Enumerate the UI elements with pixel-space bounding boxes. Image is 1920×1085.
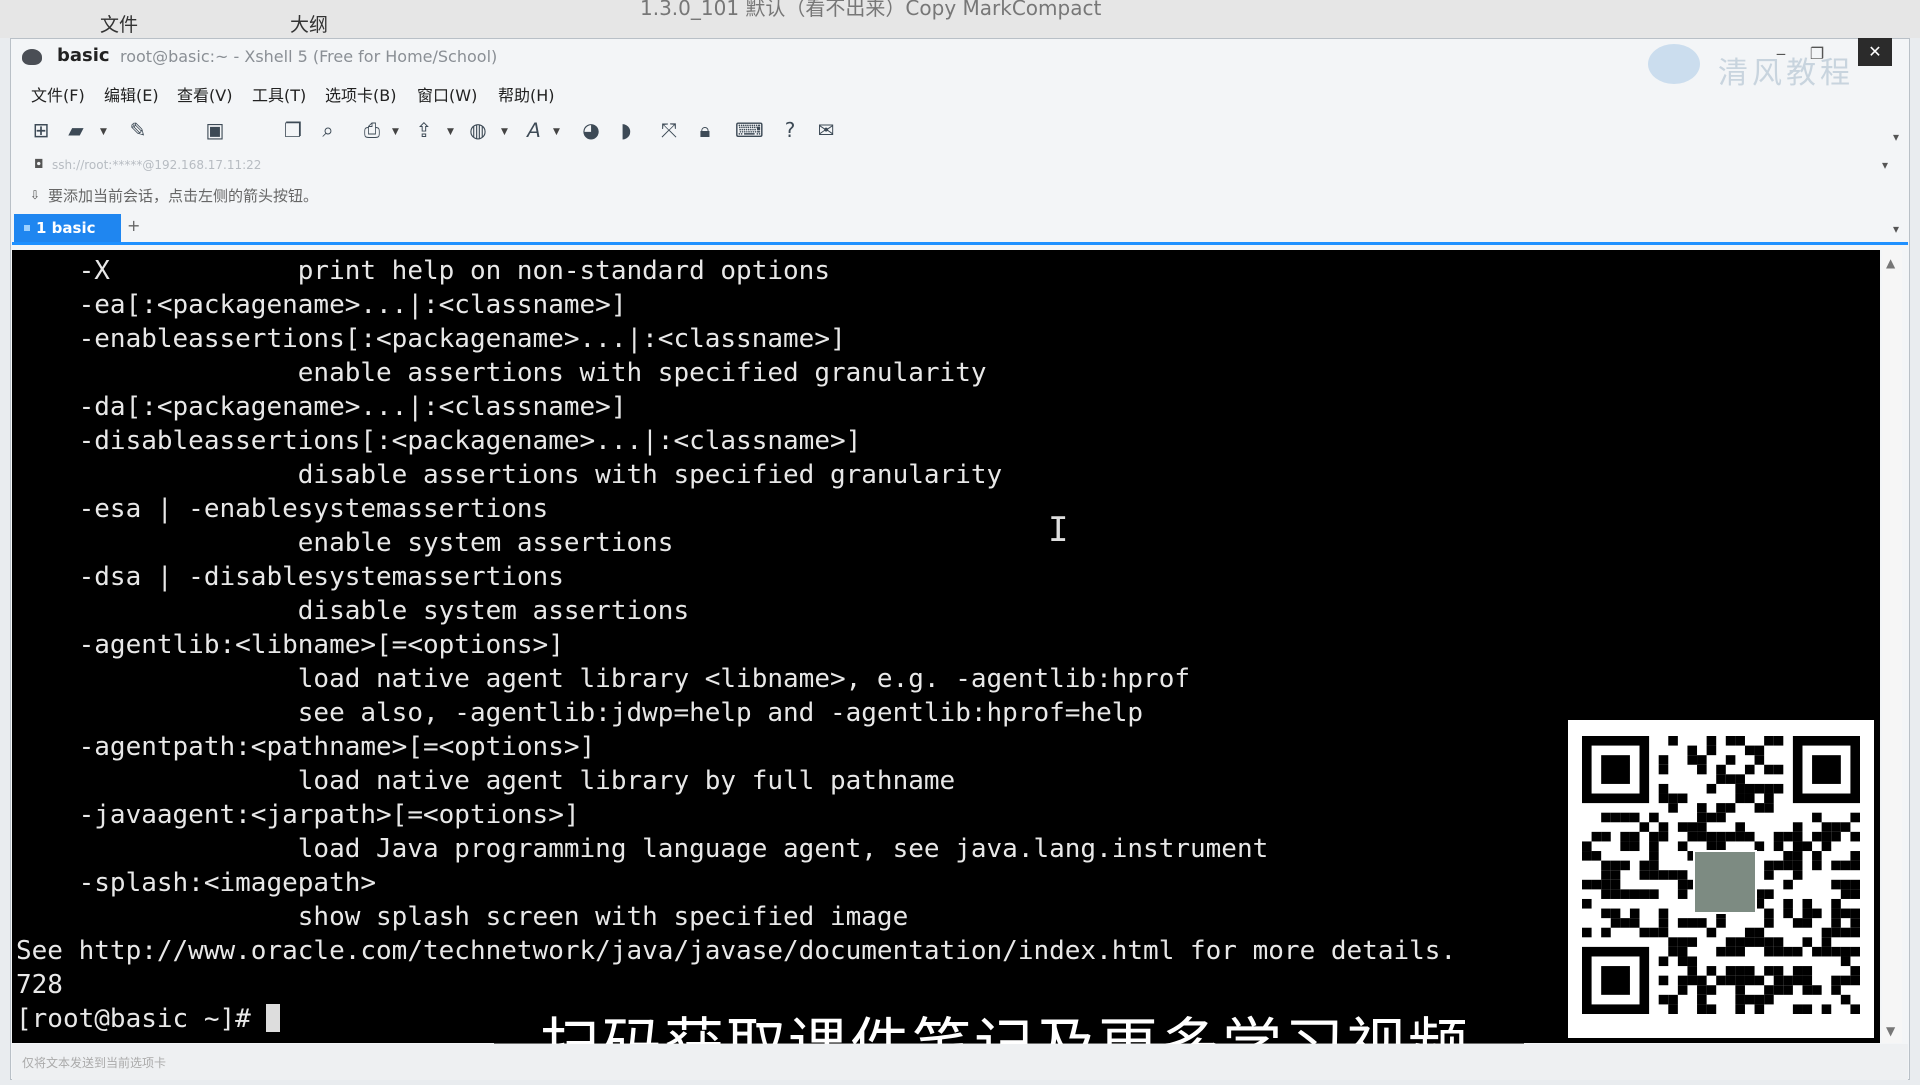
- xftp-icon[interactable]: ◕: [579, 118, 603, 142]
- menu-help[interactable]: 帮助(H): [498, 82, 555, 106]
- tab-status-icon: [24, 225, 30, 231]
- scroll-up-icon[interactable]: ▲: [1886, 256, 1895, 270]
- terminal-line: load native agent library <libname>, e.g…: [297, 664, 1190, 694]
- address-text[interactable]: ssh://root:*****@192.168.17.11:22: [52, 158, 261, 172]
- bg-menu-file: 文件: [100, 14, 139, 36]
- status-bar: [12, 1044, 1908, 1080]
- qr-center-logo: [1693, 850, 1757, 914]
- tab-basic[interactable]: 1 basic: [14, 214, 121, 242]
- add-tab-button[interactable]: +: [127, 216, 140, 235]
- terminal-line: -enableassertions[:<packagename>...|:<cl…: [78, 324, 846, 354]
- terminal-prompt: [root@basic ~]#: [16, 1004, 267, 1034]
- window-title: root@basic:~ - Xshell 5 (Free for Home/S…: [120, 47, 498, 66]
- tab-basic-label: 1 basic: [36, 219, 96, 237]
- watermark-logo-icon: [1648, 44, 1700, 84]
- print-dropdown-icon[interactable]: ▼: [392, 127, 399, 137]
- find-icon[interactable]: ⌕: [316, 118, 340, 142]
- terminal-output[interactable]: -X print help on non-standard options -e…: [16, 254, 1456, 1036]
- lock-icon[interactable]: 🔒︎: [693, 118, 717, 142]
- status-text[interactable]: 仅将文本发送到当前选项卡: [22, 1054, 166, 1071]
- terminal-line: -agentlib:<libname>[=<options>]: [78, 630, 564, 660]
- info-bar-text: 要添加当前会话，点击左侧的箭头按钮。: [48, 187, 319, 205]
- menu-edit[interactable]: 编辑(E): [104, 82, 159, 106]
- transfer-dropdown-icon[interactable]: ▼: [447, 127, 454, 137]
- tab-bar: [12, 212, 1908, 245]
- terminal-line: -X print help on non-standard options: [78, 256, 830, 286]
- text-cursor-icon: I: [1048, 510, 1069, 550]
- terminal-line: -javaagent:<jarpath>[=<options>]: [78, 800, 580, 830]
- terminal-cursor: [266, 1004, 281, 1032]
- tab-list-dropdown-icon[interactable]: ▾: [1893, 222, 1899, 236]
- print-icon[interactable]: ⎙: [360, 118, 384, 142]
- globe-dropdown-icon[interactable]: ▼: [501, 127, 508, 137]
- terminal-line: -ea[:<packagename>...|:<classname>]: [78, 290, 627, 320]
- close-button[interactable]: ✕: [1858, 38, 1892, 66]
- session-name: basic: [57, 45, 110, 66]
- chat-icon[interactable]: ✉: [814, 118, 838, 142]
- terminal-line: enable system assertions: [297, 528, 674, 558]
- address-lock-icon: ◘: [34, 157, 44, 171]
- properties-icon[interactable]: ▣: [203, 118, 227, 142]
- font-dropdown-icon[interactable]: ▼: [553, 127, 560, 137]
- terminal-line: -esa | -enablesystemassertions: [78, 494, 549, 524]
- minimize-button[interactable]: ‒: [1764, 40, 1798, 68]
- menu-tools[interactable]: 工具(T): [252, 82, 306, 106]
- terminal-line: enable assertions with specified granula…: [297, 358, 987, 388]
- font-icon[interactable]: 𝘈: [522, 118, 546, 142]
- menu-view[interactable]: 查看(V): [177, 82, 232, 106]
- help-icon[interactable]: ?: [778, 118, 802, 142]
- menu-tabs[interactable]: 选项卡(B): [325, 82, 396, 106]
- terminal-line: -agentpath:<pathname>[=<options>]: [78, 732, 596, 762]
- open-folder-icon[interactable]: ▰: [64, 118, 88, 142]
- terminal-line: disable assertions with specified granul…: [297, 460, 1003, 490]
- xshell-app-icon[interactable]: [22, 49, 42, 65]
- globe-icon[interactable]: ◍: [466, 118, 490, 142]
- terminal-line: -da[:<packagename>...|:<classname>]: [78, 392, 627, 422]
- keyboard-icon[interactable]: ⌨: [735, 118, 764, 142]
- script-icon[interactable]: ◗: [614, 118, 638, 142]
- background-editor-strip: 文件 大纲 1.3.0_101 默认（看不出来）Copy MarkCompact: [0, 0, 1920, 38]
- terminal-line: load native agent library by full pathna…: [297, 766, 956, 796]
- open-dropdown-icon[interactable]: ▼: [100, 127, 107, 137]
- add-session-arrow-icon[interactable]: ⇩: [30, 188, 40, 202]
- terminal-line: load Java programming language agent, se…: [297, 834, 1269, 864]
- transfer-icon[interactable]: ⇪: [412, 118, 436, 142]
- terminal-line: -dsa | -disablesystemassertions: [78, 562, 564, 592]
- terminal-line: show splash screen with specified image: [297, 902, 909, 932]
- copy-icon[interactable]: ❐: [281, 118, 305, 142]
- terminal-line: -disableassertions[:<packagename>...|:<c…: [78, 426, 862, 456]
- address-dropdown-icon[interactable]: ▾: [1882, 158, 1888, 172]
- reconnect-icon[interactable]: ✎: [126, 118, 150, 142]
- menu-window[interactable]: 窗口(W): [417, 82, 477, 106]
- terminal-line: -splash:<imagepath>: [78, 868, 377, 898]
- terminal-line: See http://www.oracle.com/technetwork/ja…: [16, 936, 1457, 966]
- toolbar-overflow-icon[interactable]: ▾: [1893, 130, 1899, 144]
- vertical-scrollbar[interactable]: [1882, 250, 1902, 1043]
- fullscreen-icon[interactable]: ⤧: [657, 118, 681, 142]
- qr-code-panel: [1568, 720, 1874, 1038]
- terminal-line: see also, -agentlib:jdwp=help and -agent…: [297, 698, 1144, 728]
- menu-file[interactable]: 文件(F): [31, 82, 85, 106]
- new-session-icon[interactable]: ⊞: [29, 118, 53, 142]
- bg-doc-title: 1.3.0_101 默认（看不出来）Copy MarkCompact: [640, 0, 1102, 20]
- scroll-down-icon[interactable]: ▼: [1886, 1024, 1895, 1038]
- terminal-line: 728: [16, 970, 63, 1000]
- bg-menu-outline: 大纲: [290, 14, 329, 36]
- maximize-button[interactable]: ❐: [1800, 40, 1834, 68]
- terminal-line: disable system assertions: [297, 596, 690, 626]
